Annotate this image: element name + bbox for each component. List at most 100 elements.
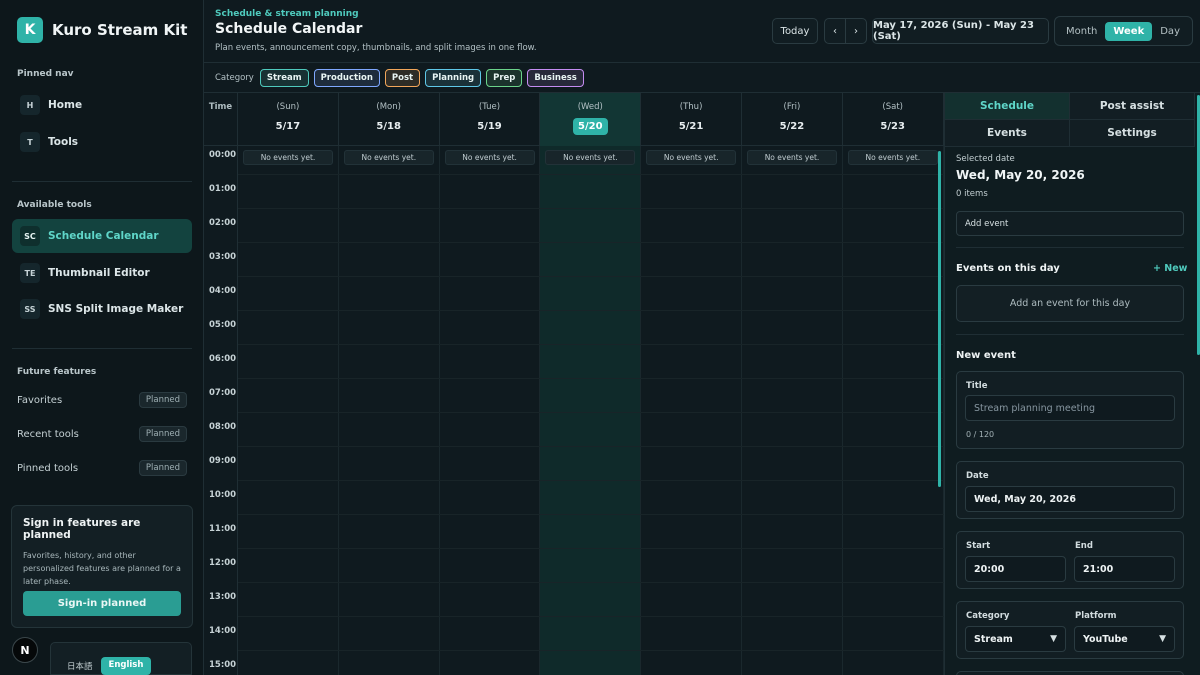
category-chip-planning[interactable]: Planning (425, 68, 482, 87)
new-event-heading: New event (956, 350, 1016, 361)
n-badge-icon[interactable]: N (12, 637, 38, 663)
view-month-button[interactable]: Month (1058, 22, 1105, 41)
sidebar-item-label: Home (48, 99, 83, 111)
view-day-button[interactable]: Day (1152, 22, 1188, 41)
hour-gridline (238, 378, 944, 379)
thumbnail-editor-icon: TE (20, 263, 40, 283)
no-events-placeholder: No events yet. (646, 150, 737, 165)
hour-gridline (238, 276, 944, 277)
language-switcher: 日本語 English (50, 642, 192, 675)
date-input[interactable]: Wed, May 20, 2026 (965, 486, 1175, 512)
hour-label: 06:00 (209, 354, 237, 364)
day-date-label: 5/18 (376, 121, 401, 132)
title-input[interactable]: Stream planning meeting (965, 395, 1175, 421)
planned-badge: Planned (138, 392, 187, 408)
title-char-counter: 0 / 120 (966, 430, 995, 439)
time-column-header: Time (204, 93, 238, 146)
app-root: K Kuro Stream Kit Pinned nav H Home T To… (0, 0, 1200, 675)
add-event-button[interactable]: Add event (956, 211, 1184, 236)
lang-en-button[interactable]: English (100, 657, 152, 675)
hour-gridline (238, 650, 944, 651)
day-of-week-label: (Sat) (882, 102, 903, 112)
calendar-scrollbar-thumb[interactable] (938, 151, 941, 487)
hour-gridline (238, 242, 944, 243)
day-of-week-label: (Mon) (376, 102, 401, 112)
signin-title: Sign in features are planned (23, 517, 141, 541)
available-tools-title: Available tools (17, 200, 92, 210)
hour-gridline (238, 174, 944, 175)
platform-field-label: Platform (1075, 611, 1117, 621)
day-column-2[interactable]: No events yet. (440, 146, 541, 675)
events-on-day-heading: Events on this day (956, 263, 1060, 274)
no-events-placeholder: No events yet. (747, 150, 837, 165)
prev-week-button[interactable]: ‹ (824, 18, 846, 44)
brand[interactable]: K Kuro Stream Kit (17, 17, 187, 43)
day-column-6[interactable]: No events yet. (843, 146, 944, 675)
category-field-label: Category (966, 611, 1010, 621)
signin-planned-button[interactable]: Sign-in planned (23, 591, 181, 616)
next-field-card (956, 671, 1184, 675)
day-date-label: 5/20 (573, 118, 608, 135)
tab-events[interactable]: Events (945, 120, 1070, 147)
day-header-2[interactable]: (Tue) 5/19 (440, 93, 541, 146)
day-column-1[interactable]: No events yet. (339, 146, 440, 675)
day-column-4[interactable]: No events yet. (641, 146, 742, 675)
add-event-for-day-button[interactable]: Add an event for this day (956, 285, 1184, 322)
title-field-label: Title (966, 381, 988, 391)
hour-label: 02:00 (209, 218, 237, 228)
tab-schedule[interactable]: Schedule (945, 93, 1070, 120)
day-column-0[interactable]: No events yet. (238, 146, 339, 675)
signin-card: Sign in features are planned Favorites, … (11, 505, 193, 628)
day-column-5[interactable]: No events yet. (742, 146, 843, 675)
category-select[interactable]: Stream ▼ (965, 626, 1066, 652)
day-header-1[interactable]: (Mon) 5/18 (339, 93, 440, 146)
tab-post-assist[interactable]: Post assist (1070, 93, 1195, 120)
signin-description: Favorites, history, and other personaliz… (23, 551, 181, 586)
day-header-5[interactable]: (Fri) 5/22 (742, 93, 843, 146)
start-time-input[interactable]: 20:00 (965, 556, 1066, 582)
chevron-left-icon: ‹ (833, 25, 837, 37)
hour-gridline (238, 616, 944, 617)
end-time-input[interactable]: 21:00 (1074, 556, 1175, 582)
title-field-card: Title Stream planning meeting 0 / 120 (956, 371, 1184, 449)
future-item-pinned-tools: Pinned tools Planned (17, 460, 187, 476)
today-button[interactable]: Today (772, 18, 818, 44)
date-range-label[interactable]: May 17, 2026 (Sun) - May 23 (Sat) (872, 18, 1049, 44)
category-chip-prep[interactable]: Prep (486, 68, 523, 87)
category-chip-stream[interactable]: Stream (259, 68, 309, 87)
sidebar-item-thumbnail-editor[interactable]: TE Thumbnail Editor (12, 256, 192, 290)
future-features-title: Future features (17, 367, 97, 377)
hour-label: 10:00 (209, 490, 237, 500)
sidebar-item-schedule-calendar[interactable]: SC Schedule Calendar (12, 219, 192, 253)
hour-label: 05:00 (209, 320, 237, 330)
calendar-body: 00:00 01:00 02:00 03:00 04:00 05:00 06:00 07:00… (204, 146, 944, 675)
sidebar-item-tools[interactable]: T Tools (12, 125, 192, 159)
lang-ja-button[interactable]: 日本語 (59, 657, 101, 675)
calendar-header: Time (Sun) 5/17 (Mon) 5/18 (Tue) 5/19 (Wed) 5/2… (204, 93, 944, 146)
category-chip-production[interactable]: Production (313, 68, 380, 87)
planned-badge: Planned (138, 460, 187, 476)
day-header-0[interactable]: (Sun) 5/17 (238, 93, 339, 146)
next-week-button[interactable]: › (845, 18, 867, 44)
tab-settings[interactable]: Settings (1070, 120, 1195, 147)
view-week-button[interactable]: Week (1105, 21, 1153, 41)
day-column-3[interactable]: No events yet. (540, 146, 642, 675)
day-header-3[interactable]: (Wed) 5/20 (540, 93, 642, 146)
day-of-week-label: (Thu) (679, 102, 703, 112)
no-events-placeholder: No events yet. (343, 150, 434, 165)
new-event-link[interactable]: + New (1153, 263, 1187, 274)
tools-icon: T (20, 132, 40, 152)
category-platform-card: Category Stream ▼ Platform YouTube ▼ (956, 601, 1184, 659)
day-header-4[interactable]: (Thu) 5/21 (641, 93, 742, 146)
sidebar-item-home[interactable]: H Home (12, 88, 192, 122)
hour-gridline (238, 548, 944, 549)
category-chip-post[interactable]: Post (384, 68, 421, 87)
platform-select[interactable]: YouTube ▼ (1074, 626, 1175, 652)
hour-label: 14:00 (209, 626, 237, 636)
hour-label: 08:00 (209, 422, 237, 432)
day-header-6[interactable]: (Sat) 5/23 (843, 93, 944, 146)
sidebar-item-sns-split[interactable]: SS SNS Split Image Maker (12, 292, 192, 326)
page-eyebrow: Schedule & stream planning (215, 9, 359, 19)
category-chip-business[interactable]: Business (527, 68, 584, 87)
page-title: Schedule Calendar (215, 21, 363, 37)
